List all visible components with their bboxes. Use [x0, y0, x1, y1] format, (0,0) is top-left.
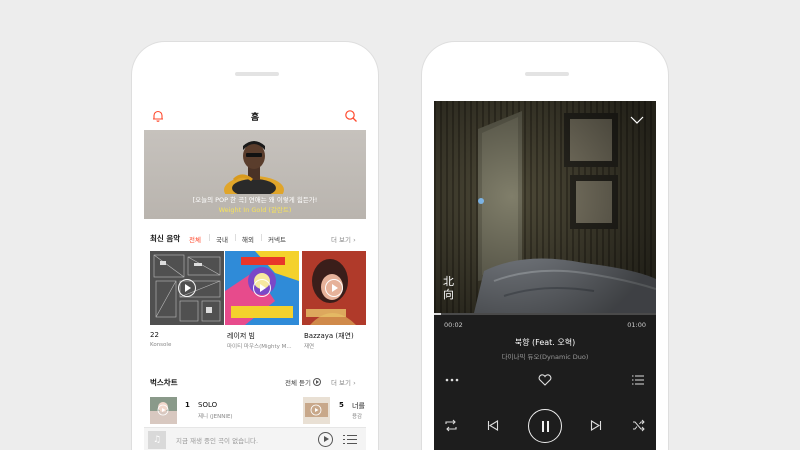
- play-icon[interactable]: [253, 279, 271, 297]
- latest-music-title: 최신 음악: [150, 234, 181, 243]
- repeat-icon[interactable]: [444, 419, 458, 432]
- pause-icon: [542, 421, 544, 432]
- chart-song-title: 너를: [352, 402, 365, 410]
- phone-speaker: [525, 72, 569, 76]
- progress-bar[interactable]: [434, 313, 656, 315]
- banner-headline: [오늘의 POP 한 곡] 연애는 왜 이렇게 힘든가!: [192, 196, 318, 204]
- more-label: 더 보기: [331, 236, 352, 244]
- album-artist-3: 재연: [304, 344, 315, 350]
- progress-fill: [434, 313, 442, 315]
- album-card-2[interactable]: [225, 251, 299, 325]
- music-note-icon: ♫: [148, 431, 166, 449]
- home-header: 홈: [144, 101, 366, 131]
- chart-row[interactable]: 1 SOLO 제니 (JENNIE) 5 너를 용감: [144, 397, 366, 427]
- play-all-button[interactable]: 전체 듣기: [285, 377, 322, 387]
- chart-rank: 5: [339, 401, 344, 409]
- album-title-1: 22: [150, 331, 159, 339]
- heart-icon[interactable]: [538, 374, 552, 386]
- chevron-down-icon[interactable]: [630, 115, 644, 125]
- mini-player[interactable]: ♫ 지금 재생 중인 곡이 없습니다.: [144, 427, 366, 450]
- play-icon[interactable]: [325, 279, 343, 297]
- now-playing-screen: 北向 00:02 01:00 북향 (Feat. 오혁) 다이나믹 듀오(Dyn…: [434, 101, 656, 450]
- tab-domestic[interactable]: 국내: [216, 234, 228, 244]
- tab-divider: [235, 234, 236, 241]
- shuffle-icon[interactable]: [632, 419, 645, 432]
- pause-button[interactable]: [528, 409, 562, 443]
- bugs-chart-title: 벅스차트: [150, 378, 178, 387]
- chart-song-title: SOLO: [198, 401, 218, 409]
- tab-divider: [209, 234, 210, 241]
- tab-all[interactable]: 전체: [189, 234, 201, 244]
- playlist-icon[interactable]: [632, 375, 644, 385]
- chart-rank: 1: [185, 401, 190, 409]
- search-icon[interactable]: [344, 109, 358, 123]
- mini-play-button[interactable]: [318, 432, 333, 447]
- chart-song-artist: 용감: [352, 414, 363, 420]
- next-track-icon[interactable]: [590, 420, 602, 431]
- mini-player-status: 지금 재생 중인 곡이 없습니다.: [176, 437, 259, 445]
- tab-connect[interactable]: 커넥트: [268, 234, 286, 244]
- playlist-icon[interactable]: [343, 434, 357, 445]
- chevron-right-icon: ›: [353, 379, 356, 387]
- album-card-1[interactable]: [150, 251, 224, 325]
- now-playing-title: 북향 (Feat. 오혁): [514, 338, 576, 347]
- more-options-icon[interactable]: [445, 377, 459, 383]
- album-title-3: Bazzaya (재연): [304, 332, 354, 340]
- album-artwork: 北向: [434, 101, 656, 313]
- home-screen: 홈 [오늘의 POP 한 곡] 연애는 왜 이렇게 힘든가! Weight In…: [144, 101, 366, 450]
- chart-more-link[interactable]: 더 보기 ›: [331, 377, 356, 387]
- time-current: 00:02: [444, 321, 463, 329]
- play-icon[interactable]: [178, 279, 196, 297]
- banner-song: Weight In Gold (갈란트): [218, 206, 292, 214]
- chart-song-artist: 제니 (JENNIE): [198, 414, 233, 420]
- album-card-3[interactable]: [302, 251, 366, 325]
- previous-track-icon[interactable]: [487, 420, 499, 431]
- album-artist-2: 마이티 마우스(Mighty M...: [227, 344, 292, 350]
- more-label: 더 보기: [331, 379, 352, 387]
- art-calligraphy: 北向: [443, 275, 454, 301]
- pause-icon: [547, 421, 549, 432]
- now-playing-artist: 다이나믹 듀오(Dynamic Duo): [501, 353, 589, 361]
- latest-more-link[interactable]: 더 보기 ›: [331, 234, 356, 244]
- chart-thumb-5: [303, 397, 330, 424]
- page-title: 홈: [250, 113, 260, 123]
- tab-international[interactable]: 해외: [242, 234, 254, 244]
- album-artist-1: Konsole: [150, 342, 172, 348]
- phone-speaker: [235, 72, 279, 76]
- time-total: 01:00: [627, 321, 646, 329]
- play-circle-icon: [313, 378, 322, 386]
- chart-thumb-1: [150, 397, 177, 424]
- tab-divider: [261, 234, 262, 241]
- play-all-label: 전체 듣기: [285, 379, 311, 387]
- artist-photo: [224, 141, 284, 194]
- album-title-2: 레이저 빔: [227, 332, 255, 340]
- featured-banner[interactable]: [오늘의 POP 한 곡] 연애는 왜 이렇게 힘든가! Weight In G…: [144, 130, 366, 219]
- chevron-right-icon: ›: [353, 236, 356, 244]
